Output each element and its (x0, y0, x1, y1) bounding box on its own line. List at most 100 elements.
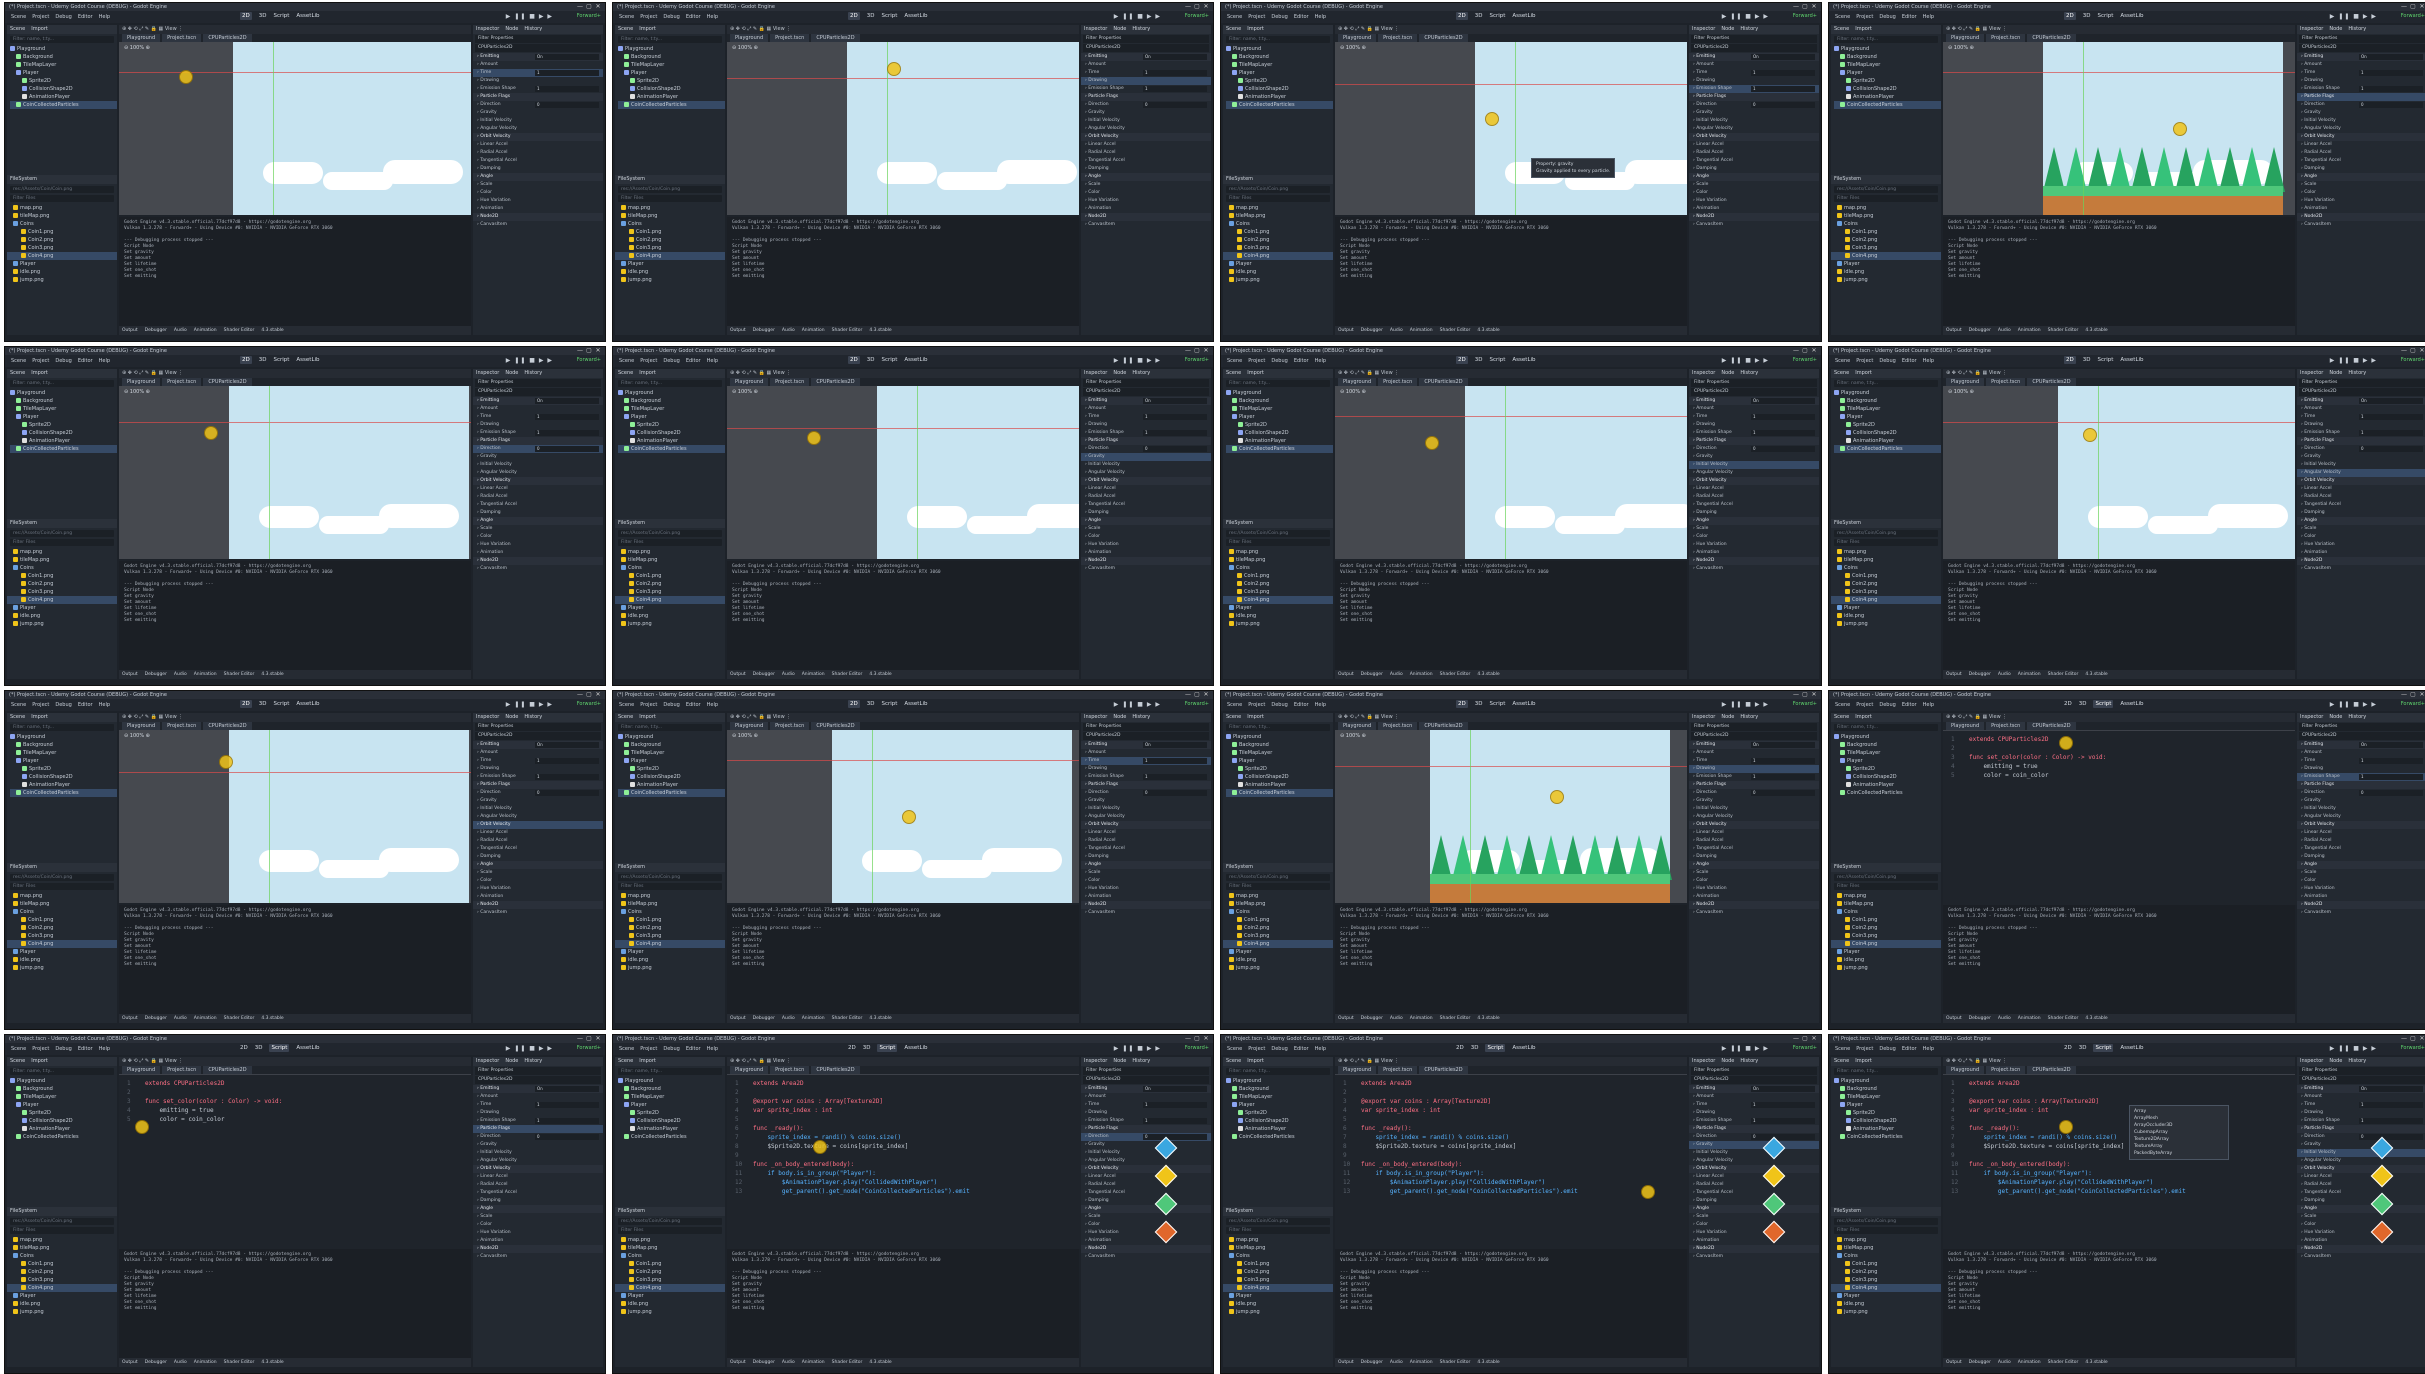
run-buttons[interactable]: ▶ ❚❚ ■ ▶ ▶ (506, 13, 553, 20)
inspector-tab[interactable]: History (2348, 26, 2366, 32)
inspector-property[interactable]: › Emitting On (1081, 1085, 1211, 1093)
scene-tab[interactable]: CPUParticles2D (1419, 378, 1468, 386)
inspector-property[interactable]: › CanvasItem (2297, 1253, 2425, 1261)
filesystem-filter-input[interactable]: Filter Files (1834, 195, 1938, 202)
menu-item[interactable]: Help (1315, 14, 1326, 20)
scene-tree-node[interactable]: AnimationPlayer (10, 1125, 117, 1133)
inspector-property[interactable]: › Linear Accel (2297, 829, 2425, 837)
inspector-property[interactable]: › Initial Velocity (2297, 117, 2425, 125)
scene-tree-node[interactable]: CollisionShape2D (1226, 1117, 1333, 1125)
file-item[interactable]: Coin4.png (1831, 596, 1941, 604)
inspector-property[interactable]: › Emission Shape 1 (473, 773, 603, 781)
inspector-property[interactable]: › Particle Flags (473, 437, 603, 445)
scene-filter-input[interactable]: Filter: name, t:ty... (1226, 724, 1330, 731)
menu-item[interactable]: Project (640, 358, 657, 364)
file-item[interactable]: jump.png (1223, 276, 1333, 284)
close-icon[interactable]: ✕ (1203, 692, 1209, 698)
inspector-property[interactable]: › CanvasItem (1081, 221, 1211, 229)
inspector-property[interactable]: › Angle (1081, 861, 1211, 869)
scene-tab[interactable]: CPUParticles2D (2027, 722, 2076, 730)
inspector-property[interactable]: › Direction 0 (2297, 101, 2425, 109)
inspector-property[interactable]: › Scale (473, 525, 603, 533)
inspector-property[interactable]: › Color (1081, 533, 1211, 541)
scene-tree-node[interactable]: CollisionShape2D (10, 773, 117, 781)
menu-item[interactable]: Editor (1902, 702, 1917, 708)
menu-item[interactable]: Project (32, 358, 49, 364)
renderer-label[interactable]: Forward+ (2401, 1045, 2425, 1051)
file-item[interactable]: Coin1.png (1223, 916, 1333, 924)
inspector-property[interactable]: › CanvasItem (2297, 221, 2425, 229)
scene-tab[interactable]: Project.tscn (1378, 34, 1418, 42)
bottom-tab[interactable]: Debugger (1969, 328, 1991, 333)
inspector-property[interactable]: › Hue Variation (2297, 885, 2425, 893)
inspector-property[interactable]: › Node2D (1689, 213, 1819, 221)
inspector-filter-input[interactable]: Filter Properties (2299, 723, 2425, 731)
inspector-tab[interactable]: History (1132, 26, 1150, 32)
inspector-property[interactable]: › Orbit Velocity (473, 821, 603, 829)
scene-tab[interactable]: Playground (1946, 722, 1985, 730)
menu-item[interactable]: Project (1248, 358, 1265, 364)
inspector-property[interactable]: › Animation (473, 893, 603, 901)
scene-tree-node[interactable]: Sprite2D (1226, 765, 1333, 773)
inspector-property[interactable]: › Amount (1689, 1093, 1819, 1101)
inspector-property[interactable]: › Drawing (1081, 77, 1211, 85)
file-item[interactable]: Coin1.png (1831, 228, 1941, 236)
inspector-property[interactable]: › Damping (1081, 165, 1211, 173)
scene-tree-node[interactable]: TileMapLayer (1226, 1093, 1333, 1101)
file-item[interactable]: Coin4.png (1223, 1284, 1333, 1292)
menu-item[interactable]: Help (1923, 1046, 1934, 1052)
scene-tree-node[interactable]: AnimationPlayer (1226, 437, 1333, 445)
inspector-tab[interactable]: History (1740, 714, 1758, 720)
scene-tree-node[interactable]: Playground (1226, 733, 1333, 741)
scene-tree-node[interactable]: CoinCollectedParticles (10, 789, 117, 797)
inspector-tab[interactable]: History (1132, 714, 1150, 720)
bottom-tab[interactable]: Animation (194, 672, 217, 677)
dock-tab[interactable]: Scene (1226, 714, 1241, 720)
main-tab-assetlib[interactable]: AssetLib (296, 1045, 319, 1051)
file-item[interactable]: Player (615, 1292, 725, 1300)
filesystem-path[interactable]: res://Assets/Coin/Coin.png (1834, 874, 1938, 881)
close-icon[interactable]: ✕ (1811, 4, 1817, 10)
menu-item[interactable]: Scene (1227, 358, 1242, 364)
inspector-property[interactable]: › Gravity (2297, 797, 2425, 805)
scene-tree-node[interactable]: TileMapLayer (1834, 1093, 1941, 1101)
inspector-property[interactable]: › Particle Flags (473, 1125, 603, 1133)
bottom-tab[interactable]: Debugger (1969, 1360, 1991, 1365)
file-item[interactable]: Coins (615, 220, 725, 228)
file-item[interactable]: Coin2.png (7, 580, 117, 588)
file-item[interactable]: idle.png (1831, 956, 1941, 964)
bottom-tab[interactable]: Animation (194, 1016, 217, 1021)
inspector-property[interactable]: › Emitting On (2297, 397, 2425, 405)
zoom-level[interactable]: ⊖ 100% ⊕ (1948, 45, 1974, 51)
inspector-tab[interactable]: Inspector (476, 370, 499, 376)
close-icon[interactable]: ✕ (595, 692, 601, 698)
inspector-property[interactable]: › CanvasItem (473, 565, 603, 573)
menu-item[interactable]: Scene (11, 702, 26, 708)
inspector-property[interactable]: › Linear Accel (473, 141, 603, 149)
inspector-tab[interactable]: Node (1721, 1058, 1734, 1064)
file-item[interactable]: jump.png (7, 276, 117, 284)
main-tab-assetlib[interactable]: AssetLib (2120, 1045, 2143, 1051)
maximize-icon[interactable]: ▢ (1802, 692, 1808, 698)
inspector-property[interactable]: › Radial Accel (2297, 837, 2425, 845)
property-value[interactable]: 0 (2359, 446, 2423, 452)
inspector-property[interactable]: › Linear Accel (1689, 141, 1819, 149)
main-tab-2d[interactable]: 2D (848, 356, 860, 364)
file-item[interactable]: map.png (7, 548, 117, 556)
scene-tab[interactable]: Project.tscn (770, 378, 810, 386)
main-tab-3d[interactable]: 3D (2079, 1045, 2087, 1051)
file-item[interactable]: idle.png (7, 612, 117, 620)
main-tab-3d[interactable]: 3D (259, 357, 267, 363)
scene-tree-node[interactable]: CollisionShape2D (618, 1117, 725, 1125)
inspector-property[interactable]: › Drawing (473, 1109, 603, 1117)
main-tab-assetlib[interactable]: AssetLib (2120, 357, 2143, 363)
dock-tab[interactable]: Scene (1834, 714, 1849, 720)
bottom-tab[interactable]: Animation (802, 1360, 825, 1365)
bottom-tab[interactable]: Shader Editor (224, 1016, 255, 1021)
file-item[interactable]: tileMap.png (1831, 1244, 1941, 1252)
filesystem-path[interactable]: res://Assets/Coin/Coin.png (618, 186, 722, 193)
inspector-property[interactable]: › Damping (2297, 509, 2425, 517)
scene-tree-node[interactable]: Player (1226, 413, 1333, 421)
file-item[interactable]: map.png (615, 1236, 725, 1244)
dock-tab[interactable]: Scene (1226, 1058, 1241, 1064)
